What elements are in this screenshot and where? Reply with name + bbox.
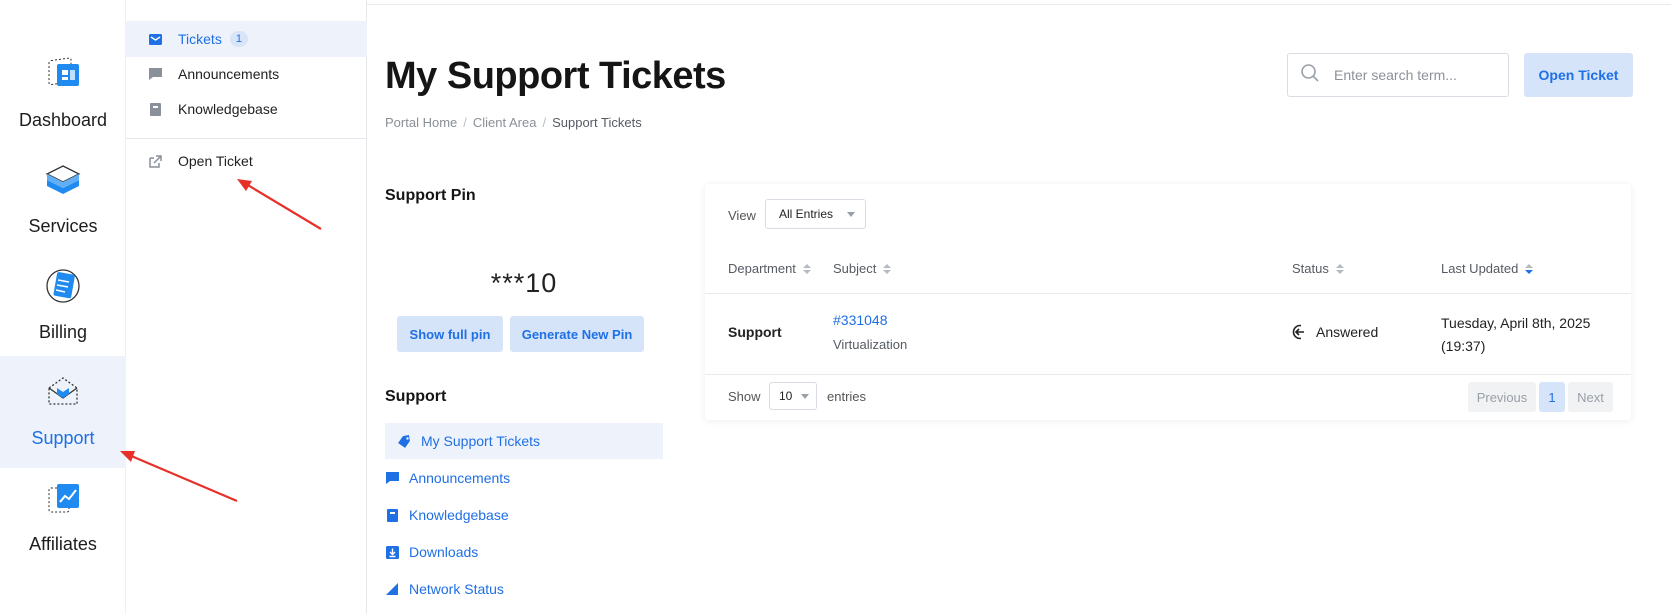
search-input[interactable] (1334, 67, 1484, 83)
breadcrumb-portal-home[interactable]: Portal Home (385, 115, 457, 130)
search-icon (1300, 63, 1320, 88)
breadcrumb-separator: / (542, 115, 547, 130)
support-nav-label: Knowledgebase (409, 507, 509, 523)
dashboard-icon (41, 52, 85, 96)
table-row[interactable]: Support #331048 Virtualization Answered … (705, 294, 1631, 374)
envelope-icon (148, 32, 162, 46)
support-nav-announcements[interactable]: Announcements (385, 460, 663, 496)
support-pin-title: Support Pin (385, 187, 476, 204)
rail-item-support[interactable]: Support (0, 356, 126, 468)
reply-icon (1292, 324, 1308, 340)
support-nav-label: My Support Tickets (421, 433, 541, 449)
ticket-status: Answered (1292, 324, 1378, 340)
column-header-status[interactable]: Status (1292, 261, 1344, 276)
submenu-item-label: Knowledgebase (178, 101, 278, 117)
submenu-item-label: Announcements (178, 66, 280, 82)
submenu-item-label: Open Ticket (178, 153, 253, 169)
ticket-count-badge: 1 (229, 31, 248, 47)
main-rail: Dashboard Services Billing Support Affil… (0, 0, 126, 614)
submenu-divider (126, 138, 367, 139)
pagination-page-1[interactable]: 1 (1539, 382, 1565, 412)
column-header-label: Last Updated (1441, 261, 1519, 276)
view-filter-label: View (728, 208, 756, 223)
top-divider (367, 4, 1671, 5)
pagination-next-button[interactable]: Next (1568, 382, 1613, 412)
show-entries-label: Show (728, 389, 761, 404)
support-pin-value: ***10 (490, 268, 558, 298)
column-header-label: Subject (833, 261, 877, 276)
sort-desc-icon (1525, 263, 1534, 274)
support-nav-downloads[interactable]: Downloads (385, 534, 663, 570)
rail-item-dashboard[interactable]: Dashboard (0, 38, 126, 150)
breadcrumb-separator: / (463, 115, 467, 130)
support-submenu: Tickets 1 Announcements Knowledgebase Op… (126, 0, 367, 614)
support-nav-network-status[interactable]: Network Status (385, 571, 663, 607)
entries-length-value: 10 (779, 389, 793, 403)
submenu-item-knowledgebase[interactable]: Knowledgebase (126, 91, 367, 127)
rail-label: Billing (38, 322, 88, 342)
column-header-label: Status (1292, 261, 1329, 276)
search-box (1287, 53, 1509, 97)
entries-label: entries (827, 389, 867, 404)
submenu-item-tickets[interactable]: Tickets 1 (126, 21, 367, 57)
column-header-subject[interactable]: Subject (833, 261, 892, 276)
entries-length-select[interactable]: 10 (769, 382, 817, 410)
breadcrumb-current: Support Tickets (552, 115, 642, 130)
view-filter-select[interactable]: All Entries (765, 199, 866, 229)
ticket-last-updated: Tuesday, April 8th, 2025 (19:37) (1441, 312, 1590, 358)
affiliates-icon (41, 476, 85, 520)
rail-item-billing[interactable]: Billing (0, 250, 126, 362)
ticket-id-link[interactable]: #331048 (833, 312, 888, 328)
ticket-subject: Virtualization (833, 337, 908, 352)
signal-icon (385, 582, 399, 596)
last-updated-time: (19:37) (1441, 338, 1486, 354)
sort-icon (883, 263, 892, 274)
billing-icon (41, 264, 85, 308)
support-nav-title: Support (385, 388, 447, 405)
page-title: My Support Tickets (385, 55, 726, 97)
external-link-icon (148, 154, 162, 168)
book-icon (385, 508, 399, 522)
sort-icon (802, 263, 811, 274)
column-header-department[interactable]: Department (728, 261, 811, 276)
support-nav-label: Network Status (409, 581, 504, 597)
tickets-table-card: View All Entries Department Subject Stat… (705, 184, 1631, 420)
generate-new-pin-button[interactable]: Generate New Pin (510, 316, 644, 352)
support-nav-label: Announcements (409, 470, 511, 486)
table-footer-divider (705, 374, 1631, 375)
support-nav-knowledgebase[interactable]: Knowledgebase (385, 497, 663, 533)
breadcrumb: Portal Home / Client Area / Support Tick… (385, 115, 642, 130)
last-updated-date: Tuesday, April 8th, 2025 (1441, 315, 1591, 331)
comment-icon (148, 67, 162, 81)
tag-icon (397, 434, 411, 448)
rail-label: Dashboard (18, 110, 108, 130)
rail-item-affiliates[interactable]: Affiliates (0, 462, 126, 574)
view-filter-value: All Entries (779, 207, 834, 221)
book-icon (148, 102, 162, 116)
rail-label: Support (31, 428, 95, 448)
open-ticket-button[interactable]: Open Ticket (1524, 53, 1633, 97)
support-nav-my-tickets[interactable]: My Support Tickets (385, 423, 663, 459)
column-header-last-updated[interactable]: Last Updated (1441, 261, 1534, 276)
sort-icon (1335, 263, 1344, 274)
submenu-item-announcements[interactable]: Announcements (126, 56, 367, 92)
services-icon (41, 158, 85, 202)
pagination-previous-button[interactable]: Previous (1468, 382, 1536, 412)
show-full-pin-button[interactable]: Show full pin (397, 316, 503, 352)
chevron-down-icon (801, 394, 809, 399)
submenu-item-label: Tickets (178, 31, 222, 47)
support-nav-label: Downloads (409, 544, 479, 560)
rail-item-services[interactable]: Services (0, 144, 126, 256)
column-header-label: Department (728, 261, 796, 276)
breadcrumb-client-area[interactable]: Client Area (473, 115, 537, 130)
rail-label: Services (28, 216, 98, 236)
support-icon (41, 370, 85, 414)
ticket-status-label: Answered (1316, 324, 1379, 340)
chevron-down-icon (847, 212, 855, 217)
submenu-item-open-ticket[interactable]: Open Ticket (126, 143, 367, 179)
rail-label: Affiliates (29, 534, 97, 554)
ticket-department: Support (728, 324, 782, 340)
download-icon (385, 545, 399, 559)
comment-icon (385, 471, 399, 485)
